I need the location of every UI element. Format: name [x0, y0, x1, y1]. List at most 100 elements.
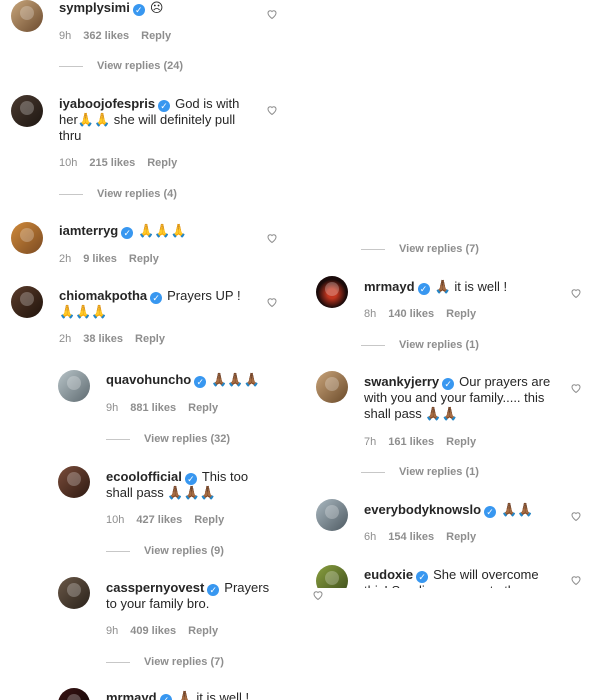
- likes-count[interactable]: 161 likes: [388, 436, 434, 448]
- avatar[interactable]: [58, 688, 90, 700]
- avatar[interactable]: [11, 222, 43, 254]
- timestamp: 9h: [106, 402, 119, 414]
- view-replies-button[interactable]: View replies (1): [361, 466, 479, 478]
- timestamp: 10h: [106, 514, 125, 526]
- comment-meta: 9h 409 likes Reply: [106, 625, 230, 637]
- reply-button[interactable]: Reply: [135, 333, 165, 345]
- comment: chiomakpotha ✓ Prayers UP ! 🙏🙏🙏: [59, 288, 259, 320]
- username[interactable]: swankyjerry: [364, 374, 439, 389]
- avatar[interactable]: [58, 577, 90, 609]
- avatar[interactable]: [11, 95, 43, 127]
- heart-icon[interactable]: [570, 381, 582, 394]
- comment: mrmayd ✓ 🙏🏾 it is well !: [364, 279, 564, 295]
- heart-icon[interactable]: [570, 573, 582, 586]
- likes-count[interactable]: 9 likes: [83, 253, 117, 265]
- likes-count[interactable]: 38 likes: [83, 333, 123, 345]
- likes-count[interactable]: 215 likes: [89, 157, 135, 169]
- verified-icon: ✓: [121, 227, 134, 239]
- reply-comment: mrmayd ✓ 🙏🏾 it is well !: [106, 690, 276, 700]
- username[interactable]: iamterryg: [59, 223, 118, 238]
- comment-meta: 6h 154 likes Reply: [364, 531, 488, 543]
- username[interactable]: quavohuncho: [106, 372, 191, 387]
- heart-icon[interactable]: [266, 295, 278, 308]
- reply-button[interactable]: Reply: [446, 531, 476, 543]
- avatar[interactable]: [316, 499, 348, 531]
- comment-text: 🙏🏾🙏🏾🙏🏾: [211, 372, 260, 387]
- timestamp: 2h: [59, 333, 72, 345]
- username[interactable]: ecoolofficial: [106, 469, 182, 484]
- view-replies-button[interactable]: View replies (32): [106, 433, 230, 445]
- likes-count[interactable]: 409 likes: [130, 625, 176, 637]
- comment-text: 🙏🏾 it is well !: [434, 279, 508, 294]
- view-replies-button[interactable]: View replies (1): [361, 339, 479, 351]
- view-replies-button[interactable]: View replies (7): [361, 243, 479, 255]
- comment-text: 🙏🏾🙏🏾: [501, 502, 534, 517]
- verified-icon: ✓: [184, 473, 197, 485]
- username[interactable]: everybodyknowslo: [364, 502, 481, 517]
- likes-count[interactable]: 427 likes: [136, 514, 182, 526]
- username[interactable]: casspernyovest: [106, 580, 204, 595]
- reply-button[interactable]: Reply: [147, 157, 177, 169]
- heart-icon[interactable]: [570, 509, 582, 522]
- timestamp: 9h: [106, 625, 119, 637]
- likes-count[interactable]: 881 likes: [130, 402, 176, 414]
- avatar[interactable]: [58, 370, 90, 402]
- view-replies-button[interactable]: View replies (7): [106, 656, 224, 668]
- reply-button[interactable]: Reply: [129, 253, 159, 265]
- timestamp: 10h: [59, 157, 78, 169]
- comment-meta: 2h 38 likes Reply: [59, 333, 177, 345]
- verified-icon: ✓: [207, 584, 220, 596]
- avatar[interactable]: [11, 286, 43, 318]
- avatar[interactable]: [316, 565, 348, 588]
- likes-count[interactable]: 154 likes: [388, 531, 434, 543]
- reply-button[interactable]: Reply: [141, 30, 171, 42]
- reply-comment: quavohuncho ✓ 🙏🏾🙏🏾🙏🏾: [106, 372, 276, 388]
- heart-icon[interactable]: [266, 103, 278, 116]
- timestamp: 8h: [364, 308, 377, 320]
- heart-icon[interactable]: [312, 588, 324, 601]
- username[interactable]: iyaboojofespris: [59, 96, 155, 111]
- comment-meta: 10h 215 likes Reply: [59, 157, 189, 169]
- reply-button[interactable]: Reply: [188, 625, 218, 637]
- likes-count[interactable]: 362 likes: [83, 30, 129, 42]
- comment: symplysimi ✓ ☹: [59, 0, 259, 16]
- view-replies-button[interactable]: View replies (24): [59, 60, 183, 72]
- avatar[interactable]: [316, 371, 348, 403]
- avatar[interactable]: [11, 0, 43, 32]
- reply-comment: casspernyovest ✓ Prayers to your family br…: [106, 580, 276, 612]
- avatar[interactable]: [316, 276, 348, 308]
- reply-comment: ecoolofficial ✓ This too shall pass 🙏🏾🙏🏾🙏🏾: [106, 469, 276, 501]
- comment-meta: 7h 161 likes Reply: [364, 436, 488, 448]
- username[interactable]: eudoxie: [364, 567, 413, 582]
- comment-text: 🙏🏾 it is well !: [176, 690, 250, 700]
- verified-icon: ✓: [416, 571, 429, 583]
- comment-meta: 10h 427 likes Reply: [106, 514, 236, 526]
- verified-icon: ✓: [417, 283, 430, 295]
- timestamp: 6h: [364, 531, 377, 543]
- comment: everybodyknowslo ✓ 🙏🏾🙏🏾: [364, 502, 564, 518]
- comment-text: ☹: [149, 0, 164, 15]
- reply-button[interactable]: Reply: [446, 436, 476, 448]
- view-replies-button[interactable]: View replies (9): [106, 545, 224, 557]
- view-replies-button[interactable]: View replies (4): [59, 188, 177, 200]
- heart-icon[interactable]: [266, 231, 278, 244]
- verified-icon: ✓: [158, 100, 171, 112]
- reply-button[interactable]: Reply: [188, 402, 218, 414]
- reply-button[interactable]: Reply: [194, 514, 224, 526]
- comment-text: 🙏🙏🙏: [138, 223, 187, 238]
- username[interactable]: mrmayd: [364, 279, 415, 294]
- comment-meta: 9h 881 likes Reply: [106, 402, 230, 414]
- heart-icon[interactable]: [266, 7, 278, 20]
- avatar[interactable]: [58, 466, 90, 498]
- heart-icon[interactable]: [570, 286, 582, 299]
- username[interactable]: symplysimi: [59, 0, 130, 15]
- verified-icon: ✓: [132, 4, 145, 16]
- comments-panel-right: View replies (7) mrmayd ✓ 🙏🏾 it is well ! …: [306, 0, 600, 588]
- username[interactable]: chiomakpotha: [59, 288, 147, 303]
- likes-count[interactable]: 140 likes: [388, 308, 434, 320]
- comment: iamterryg ✓ 🙏🙏🙏: [59, 223, 259, 239]
- comment: swankyjerry ✓ Our prayers are with you and…: [364, 374, 554, 422]
- reply-button[interactable]: Reply: [446, 308, 476, 320]
- comment: eudoxie✓She will overcome this! Sending …: [364, 567, 554, 588]
- username[interactable]: mrmayd: [106, 690, 157, 700]
